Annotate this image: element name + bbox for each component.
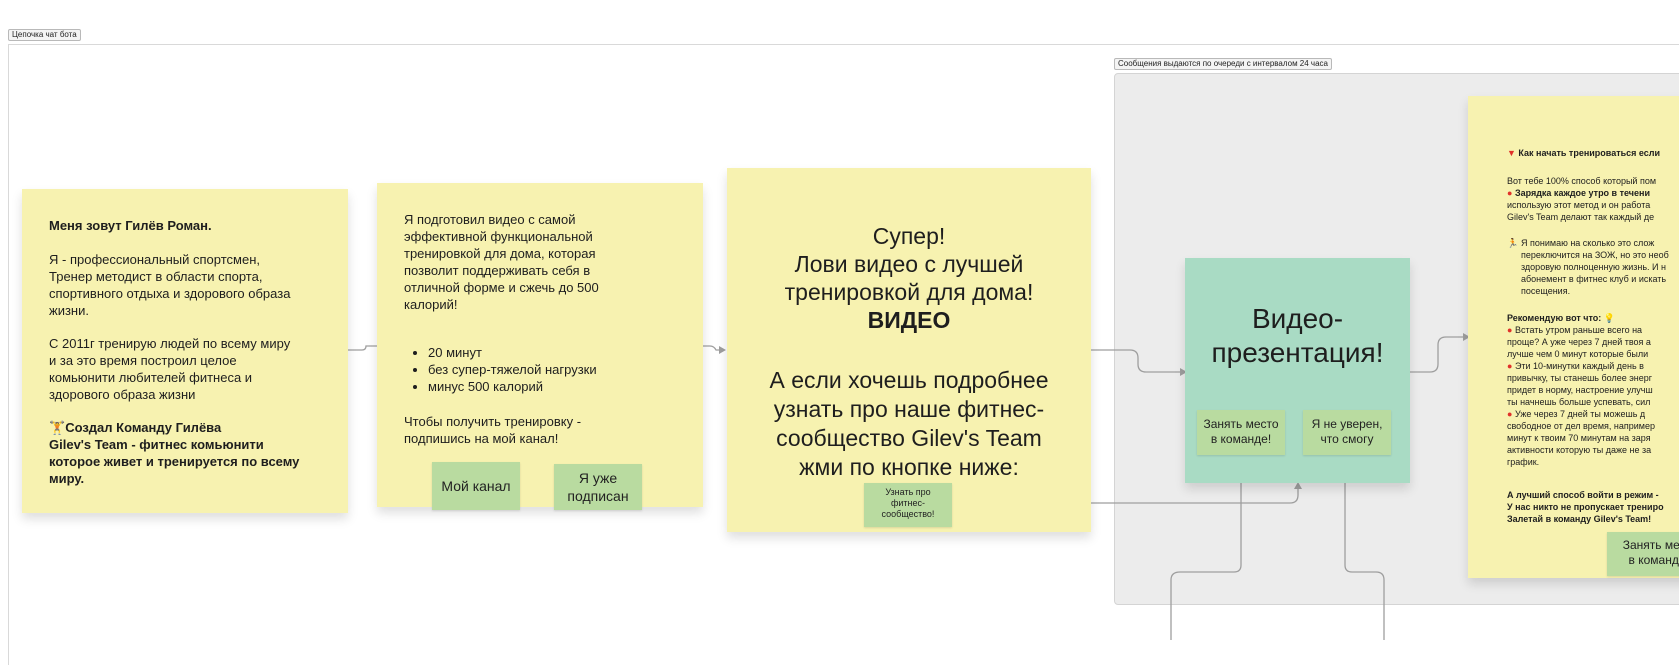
- intro-name: Меня зовут Гилёв Роман.: [49, 218, 212, 233]
- presentation-title: Видео- презентация!: [1211, 303, 1384, 368]
- offer-bullet: без супер-тяжелой нагрузки: [428, 361, 597, 378]
- arrowhead: [719, 346, 726, 354]
- video-label: ВИДЕО: [867, 307, 951, 333]
- morning-exercise-text: Зарядка каждое утро в течени: [1514, 188, 1650, 198]
- video-community-text: А если хочешь подробнее узнать про наше …: [769, 367, 1049, 480]
- offer-bullets: 20 минут без супер-тяжелой нагрузки мину…: [404, 344, 597, 395]
- video-super: Супер!: [872, 223, 946, 249]
- runner-icon: 🏃: [1507, 238, 1519, 248]
- connector-card3-card4: [1091, 349, 1180, 373]
- sticky-video-presentation[interactable]: Видео- презентация! Занять место в коман…: [1185, 258, 1410, 483]
- tip-2-body: привычку, ты станешь более энерг придет …: [1507, 373, 1653, 407]
- intro-team-desc: Gilev's Team - фитнес комьюнити которое …: [49, 437, 300, 486]
- take-place-button[interactable]: Занять место в команде!: [1197, 410, 1285, 455]
- offer-bullet: минус 500 калорий: [428, 378, 597, 395]
- how-to-start-heading: ▼ Как начать тренироваться если: [1507, 147, 1660, 159]
- already-subscribed-button[interactable]: Я уже подписан: [554, 464, 642, 510]
- sticky-video-offer[interactable]: Я подготовил видео с самой эффективной ф…: [377, 183, 703, 510]
- understand-first-line: Я понимаю на сколько это слож переключит…: [1521, 238, 1669, 296]
- connector-card1-card2: [348, 345, 377, 351]
- offer-paragraph: Я подготовил видео с самой эффективной ф…: [404, 212, 599, 312]
- recommend-line: Рекомендую вот что: 💡: [1507, 312, 1615, 324]
- intro-team-line: 🏋️Создал Команду Гилёва: [49, 419, 221, 436]
- best-way-text: А лучший способ войти в режим - У нас ни…: [1507, 490, 1664, 524]
- take-place-button-2[interactable]: Занять мест в команде: [1607, 532, 1679, 576]
- connector-unsure-down: [1344, 457, 1385, 640]
- red-circle-icon: ●: [1507, 325, 1515, 335]
- tip-2-head: Эти 10-минутки каждый день в: [1514, 361, 1644, 371]
- sticky-video[interactable]: Супер! Лови видео с лучшей тренировкой д…: [727, 168, 1091, 532]
- tip-1-line: ● Встать утром раньше всего на: [1507, 324, 1642, 336]
- down-triangle-icon: ▼: [1507, 148, 1519, 158]
- intro-paragraph-2: С 2011г тренирую людей по всему миру и з…: [49, 336, 291, 402]
- method-intro: Вот тебе 100% способ который пом: [1507, 176, 1657, 186]
- intro-paragraph-1: Я - профессиональный спортсмен, Тренер м…: [49, 252, 291, 318]
- sticky-how-to-start[interactable]: ▼ Как начать тренироваться если Вот тебе…: [1468, 96, 1679, 578]
- sticky-intro[interactable]: Меня зовут Гилёв Роман. Я - профессионал…: [22, 189, 348, 513]
- lightbulb-icon: 💡: [1601, 313, 1615, 323]
- connector-card4-card5: [1410, 336, 1465, 373]
- not-sure-button[interactable]: Я не уверен, что смогу: [1303, 410, 1391, 455]
- offer-bullet: 20 минут: [428, 344, 597, 361]
- tip-3-head: Уже через 7 дней ты можешь д: [1514, 409, 1646, 419]
- tip-1-body: проще? А уже через 7 дней твоя а лучше ч…: [1507, 337, 1651, 359]
- how-to-start-title: Как начать тренироваться если: [1518, 148, 1661, 158]
- red-circle-icon: ●: [1507, 188, 1515, 198]
- weightlifter-icon: 🏋️: [49, 420, 66, 435]
- video-catch: Лови видео с лучшей тренировкой для дома…: [784, 251, 1034, 305]
- tip-2-line: ● Эти 10-минутки каждый день в: [1507, 360, 1644, 372]
- tip-3-body: свободное от дел время, например минут к…: [1507, 421, 1655, 467]
- recommend-title: Рекомендую вот что:: [1507, 313, 1602, 323]
- offer-subscribe-text: Чтобы получить тренировку - подпишись на…: [404, 414, 582, 446]
- intro-team-title: Создал Команду Гилёва: [65, 420, 222, 435]
- arrowhead: [1294, 482, 1302, 489]
- connector-take-down: [1170, 457, 1242, 640]
- method-works: использую этот метод и он работа Gilev's…: [1507, 200, 1655, 222]
- morning-exercise-line: ● Зарядка каждое утро в течени: [1507, 187, 1650, 199]
- learn-community-button[interactable]: Узнать про фитнес- сообщество!: [864, 483, 952, 527]
- tip-1-head: Встать утром раньше всего на: [1514, 325, 1643, 335]
- red-circle-icon: ●: [1507, 409, 1515, 419]
- tip-3-line: ● Уже через 7 дней ты можешь д: [1507, 408, 1645, 420]
- red-circle-icon: ●: [1507, 361, 1515, 371]
- my-channel-button[interactable]: Мой канал: [432, 462, 520, 510]
